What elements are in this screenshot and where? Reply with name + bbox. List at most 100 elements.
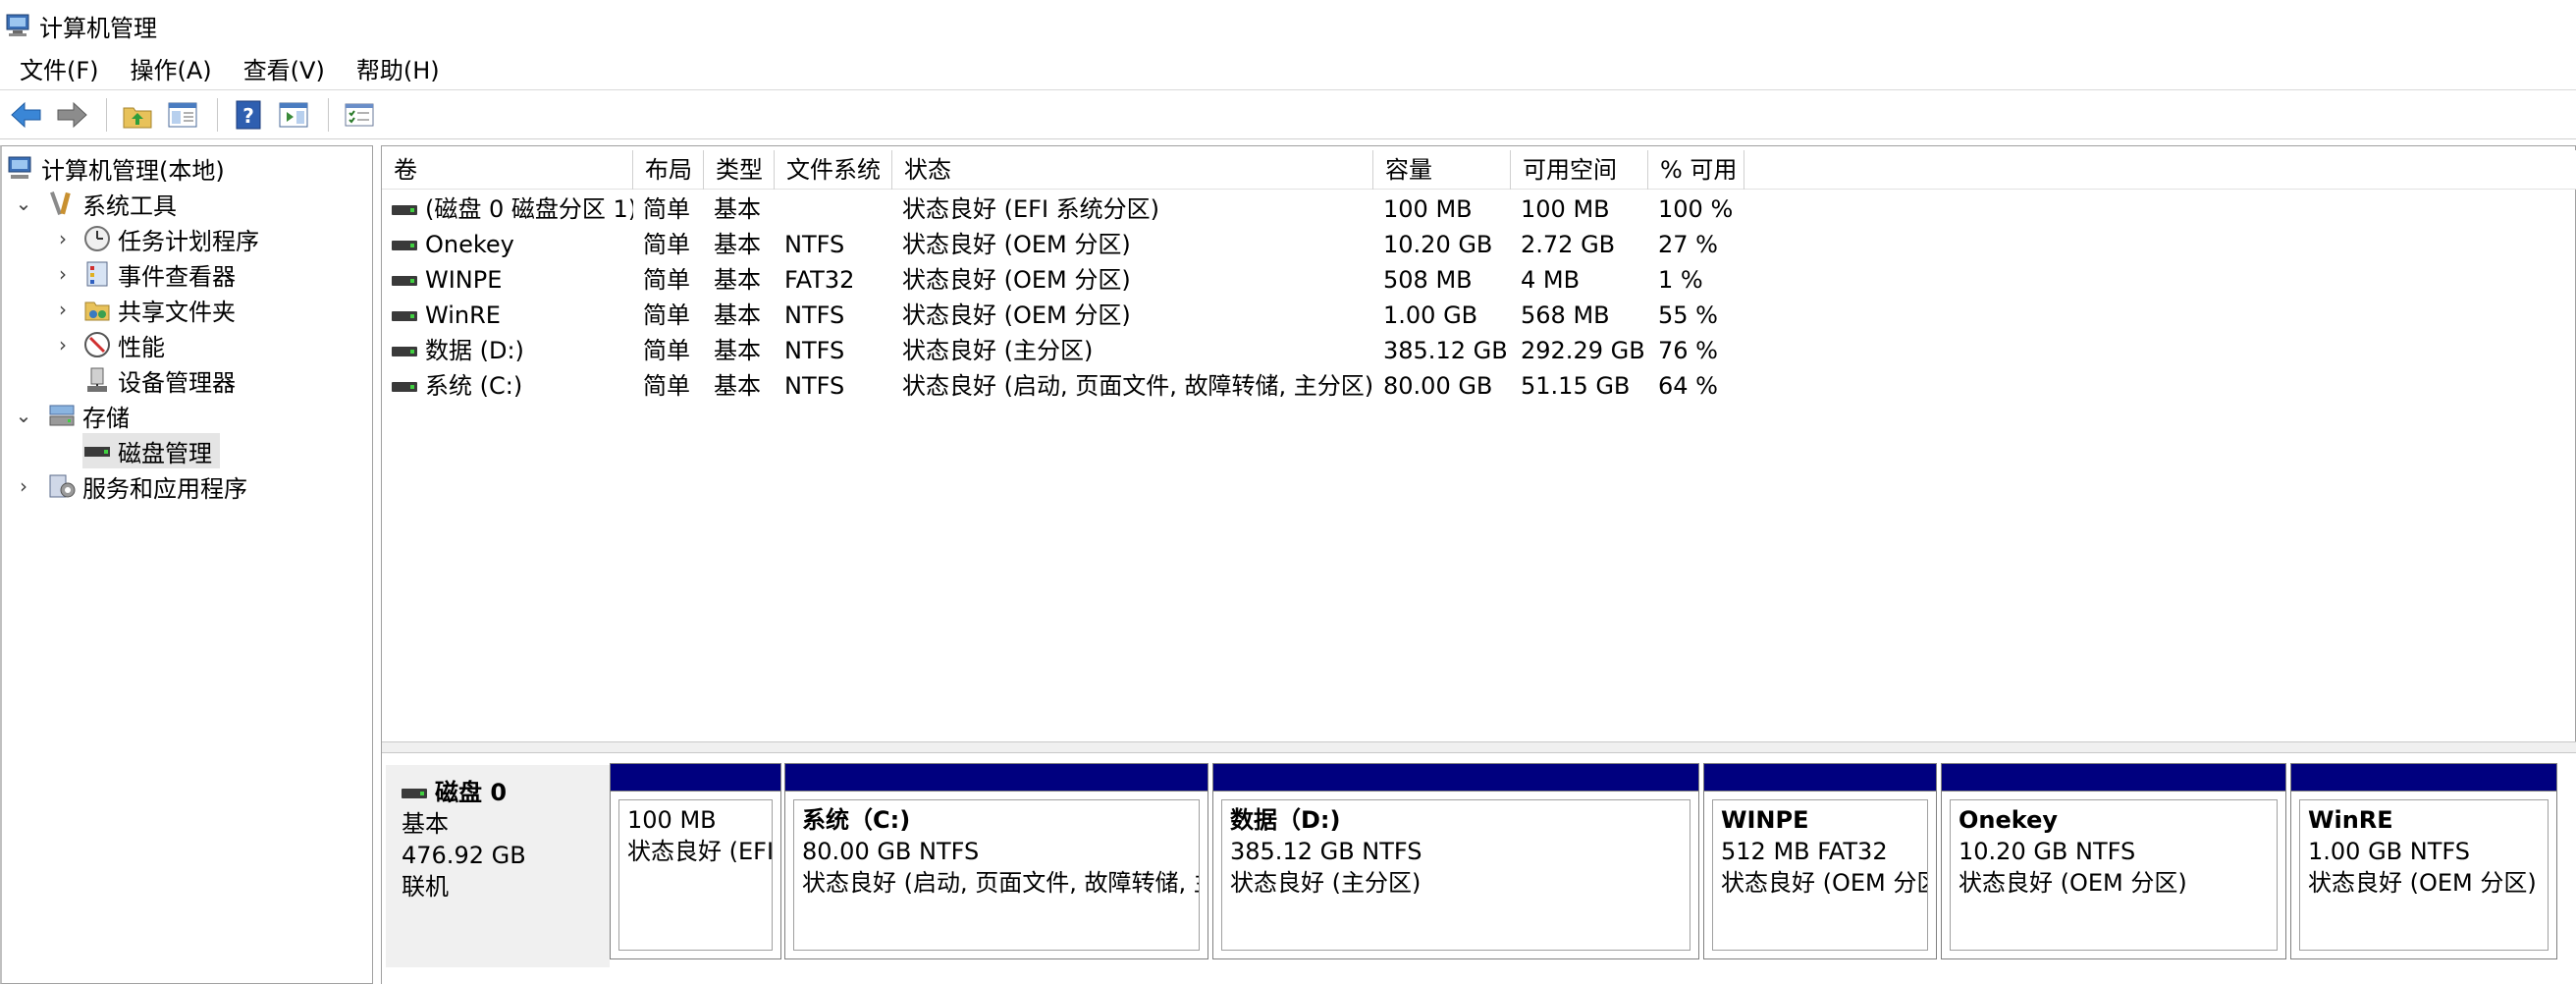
cell-capacity: 80.00 GB [1383, 372, 1493, 400]
cell-type: 基本 [714, 266, 761, 294]
help-button[interactable]: ? [228, 94, 269, 136]
cell-capacity: 508 MB [1383, 266, 1473, 294]
column-header-filesystem[interactable]: 文件系统 [775, 150, 892, 190]
column-header-status[interactable]: 状态 [892, 150, 1373, 190]
partition-bar [1704, 764, 1936, 792]
chevron-right-icon[interactable]: › [53, 333, 73, 356]
toolbar-separator [217, 97, 218, 132]
tree-item-system-tools[interactable]: ⌄ 系统工具 [14, 186, 177, 221]
chevron-down-icon[interactable]: ⌄ [14, 192, 33, 215]
properties-button[interactable] [339, 94, 380, 136]
partition-efi[interactable]: 100 MB 状态良好 (EFI [610, 763, 781, 959]
tree-item-label: 设备管理器 [118, 368, 236, 397]
cell-type: 基本 [714, 195, 761, 223]
cell-filesystem: NTFS [784, 372, 845, 400]
table-row[interactable]: 系统 (C:) 简单 基本 NTFS 状态良好 (启动, 页面文件, 故障转储, 主分区… [382, 368, 2576, 404]
show-hide-action-pane-button[interactable] [273, 94, 314, 136]
menu-view[interactable]: 查看(V) [234, 51, 335, 90]
partition-winpe[interactable]: WINPE 512 MB FAT32 状态良好 (OEM 分区 [1703, 763, 1937, 959]
table-row[interactable]: 数据 (D:) 简单 基本 NTFS 状态良好 (主分区) 385.12 GB 292.29… [382, 333, 2576, 368]
tree-item-label: 计算机管理(本地) [41, 156, 225, 185]
forward-button[interactable] [51, 94, 92, 136]
chevron-down-icon[interactable]: ⌄ [14, 404, 33, 427]
partition-data-d[interactable]: 数据（D:) 385.12 GB NTFS 状态良好 (主分区) [1212, 763, 1699, 959]
cell-filesystem: FAT32 [784, 266, 855, 294]
cell-layout: 简单 [643, 337, 690, 364]
show-hide-console-tree-button[interactable] [162, 94, 203, 136]
cell-volume: (磁盘 0 磁盘分区 1) [382, 192, 633, 227]
volume-drive-icon [392, 205, 417, 215]
cell-layout: 简单 [643, 266, 690, 294]
table-row[interactable]: (磁盘 0 磁盘分区 1) 简单 基本 状态良好 (EFI 系统分区) 100 MB 10… [382, 192, 2576, 227]
column-header-layout[interactable]: 布局 [633, 150, 704, 190]
pane-splitter[interactable] [382, 741, 2576, 753]
partition-system-c[interactable]: 系统（C:) 80.00 GB NTFS 状态良好 (启动, 页面文件, 故障转… [784, 763, 1208, 959]
up-one-level-button[interactable] [117, 94, 158, 136]
tree-item-disk-management[interactable]: 磁盘管理 [82, 433, 220, 468]
tree-item-performance[interactable]: › 性能 [53, 327, 165, 362]
cell-type: 基本 [714, 337, 761, 364]
table-row[interactable]: Onekey 简单 基本 NTFS 状态良好 (OEM 分区) 10.20 GB 2.72 … [382, 227, 2576, 262]
volume-name: 数据 (D:) [425, 337, 524, 364]
column-header-capacity[interactable]: 容量 [1373, 150, 1511, 190]
cell-capacity: 385.12 GB [1383, 337, 1508, 364]
partition-title: 数据（D:) [1230, 806, 1341, 834]
cell-status: 状态良好 (EFI 系统分区) [902, 195, 1160, 223]
storage-icon [47, 401, 77, 430]
chevron-right-icon[interactable]: › [53, 262, 73, 286]
console-tree: 计算机管理(本地) ⌄ 系统工具 › 任务计划程序 › 事件查看器 › 共享文件… [0, 145, 373, 984]
volume-drive-icon [392, 241, 417, 250]
tree-item-label: 磁盘管理 [118, 439, 212, 467]
toolbar: ? [0, 90, 2576, 139]
menu-help[interactable]: 帮助(H) [347, 51, 450, 90]
column-header-percent-free[interactable]: % 可用 [1648, 150, 1744, 190]
cell-free-space: 100 MB [1521, 195, 1610, 223]
disk-management-icon [82, 436, 112, 465]
partition-status: 状态良好 (启动, 页面文件, 故障转储, 主 [802, 869, 1200, 897]
cell-free-space: 568 MB [1521, 301, 1610, 329]
menu-file[interactable]: 文件(F) [10, 51, 109, 90]
tree-item-shared-folders[interactable]: › 共享文件夹 [53, 292, 236, 327]
chevron-right-icon[interactable]: › [53, 227, 73, 250]
tree-item-device-manager[interactable]: 设备管理器 [82, 362, 236, 398]
disk-0-info[interactable]: 磁盘 0 基本 476.92 GB 联机 [386, 765, 610, 967]
tree-item-computer-management[interactable]: 计算机管理(本地) [6, 150, 225, 186]
column-header-type[interactable]: 类型 [704, 150, 775, 190]
tree-item-storage[interactable]: ⌄ 存储 [14, 398, 130, 433]
partition-size: 1.00 GB NTFS [2308, 838, 2470, 865]
cell-filesystem: NTFS [784, 337, 845, 364]
tree-item-label: 共享文件夹 [118, 298, 236, 326]
cell-volume: WinRE [382, 298, 633, 333]
partition-winre[interactable]: WinRE 1.00 GB NTFS 状态良好 (OEM 分区) [2290, 763, 2557, 959]
cell-type: 基本 [714, 231, 761, 258]
table-row[interactable]: WinRE 简单 基本 NTFS 状态良好 (OEM 分区) 1.00 GB 568 MB 5… [382, 298, 2576, 333]
shared-folder-icon [82, 295, 112, 324]
tree-item-event-viewer[interactable]: › 事件查看器 [53, 256, 236, 292]
partition-title: Onekey [1959, 806, 2059, 834]
chevron-right-icon[interactable]: › [14, 474, 33, 498]
partition-status: 状态良好 (OEM 分区) [2308, 869, 2537, 897]
column-header-volume[interactable]: 卷 [382, 150, 633, 190]
partition-title: WinRE [2308, 806, 2393, 834]
show-action-pane-icon [279, 102, 308, 127]
disk-name: 磁盘 0 [435, 779, 508, 806]
svg-text:?: ? [242, 104, 254, 128]
partition-size: 100 MB [627, 806, 717, 834]
table-row[interactable]: WINPE 简单 基本 FAT32 状态良好 (OEM 分区) 508 MB 4 MB 1 % [382, 262, 2576, 298]
services-icon [47, 471, 77, 501]
device-manager-icon [82, 365, 112, 395]
tree-item-task-scheduler[interactable]: › 任务计划程序 [53, 221, 259, 256]
tree-item-services-applications[interactable]: › 服务和应用程序 [14, 468, 247, 504]
partition-bar [785, 764, 1208, 792]
column-header-free-space[interactable]: 可用空间 [1511, 150, 1648, 190]
partition-onekey[interactable]: Onekey 10.20 GB NTFS 状态良好 (OEM 分区) [1941, 763, 2286, 959]
tree-item-label: 任务计划程序 [118, 227, 259, 255]
back-button[interactable] [6, 94, 47, 136]
forward-arrow-icon [57, 101, 87, 128]
partition-size: 80.00 GB NTFS [802, 838, 980, 865]
performance-icon [82, 330, 112, 359]
menu-action[interactable]: 操作(A) [121, 51, 222, 90]
cell-capacity: 1.00 GB [1383, 301, 1478, 329]
chevron-right-icon[interactable]: › [53, 298, 73, 321]
cell-volume: WINPE [382, 262, 633, 298]
